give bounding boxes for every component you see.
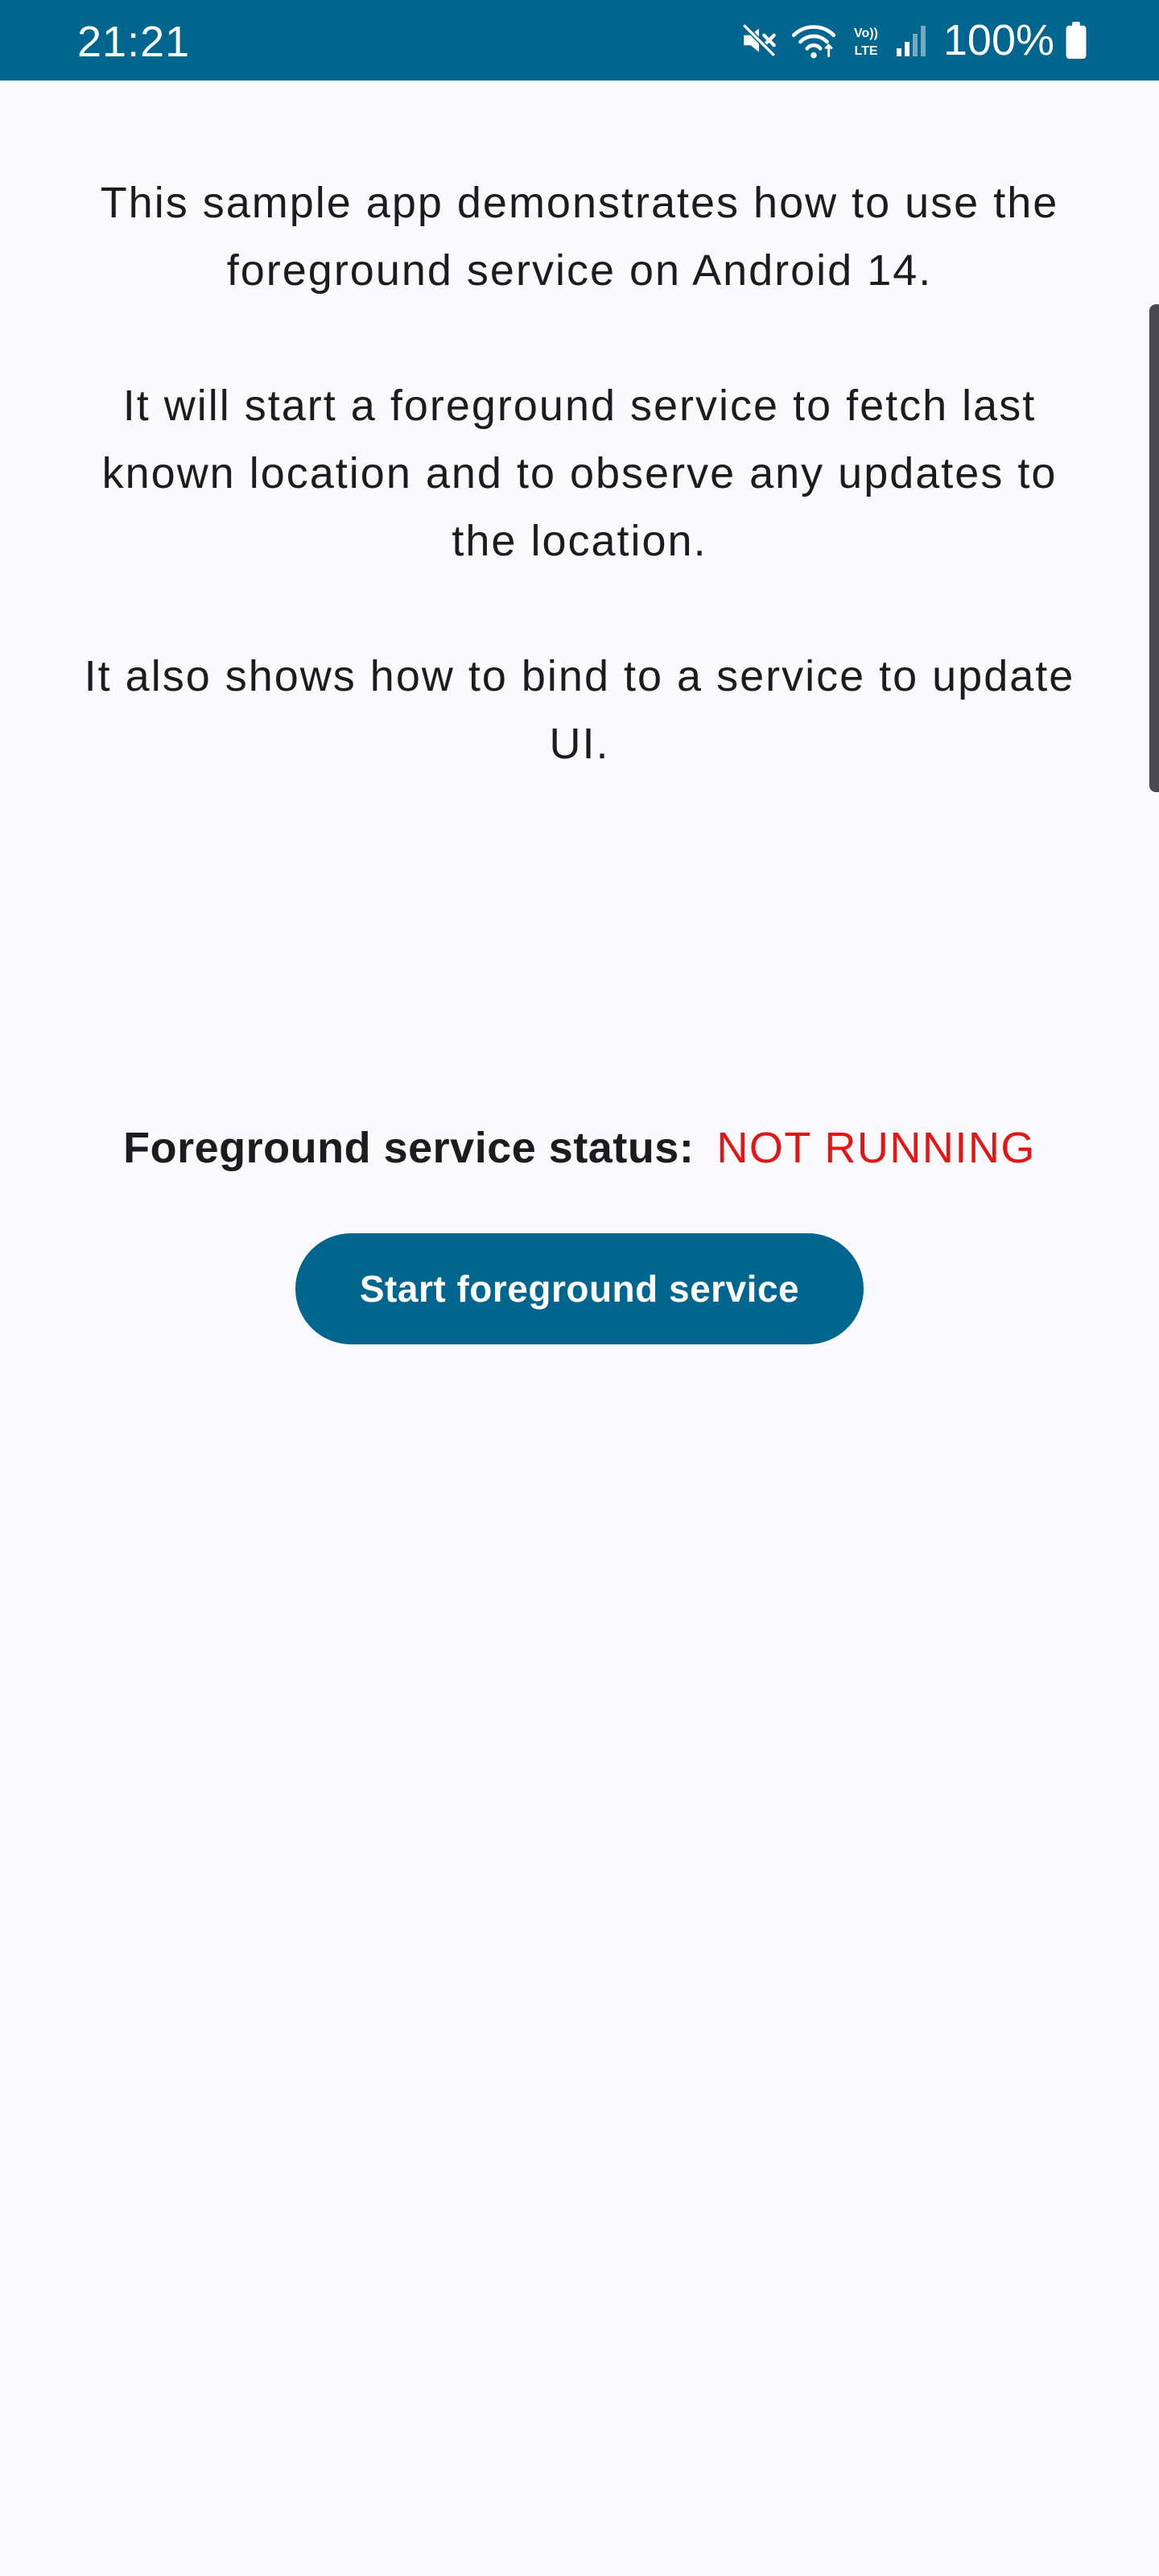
- description-paragraph: This sample app demonstrates how to use …: [100, 179, 1059, 295]
- battery-icon: [1066, 22, 1087, 59]
- description: This sample app demonstrates how to use …: [64, 169, 1095, 845]
- volte-icon: Vo)) LTE: [848, 20, 884, 60]
- service-status-row: Foreground service status: NOT RUNNING: [0, 1119, 1159, 1177]
- service-status-value: NOT RUNNING: [716, 1124, 1036, 1172]
- battery-percentage: 100%: [942, 16, 1054, 64]
- start-foreground-service-button[interactable]: Start foreground service: [295, 1233, 864, 1344]
- description-paragraph: It also shows how to bind to a service t…: [84, 652, 1075, 768]
- service-status-label: Foreground service status:: [123, 1124, 695, 1172]
- svg-text:Vo)): Vo)): [854, 27, 878, 40]
- scroll-indicator[interactable]: [1149, 304, 1159, 792]
- status-icons: Vo)) LTE 100%: [739, 16, 1087, 64]
- wifi-icon: [790, 20, 837, 60]
- mute-icon: [739, 20, 779, 60]
- svg-text:LTE: LTE: [854, 44, 877, 58]
- signal-icon: [895, 20, 927, 60]
- status-time: 21:21: [77, 18, 191, 66]
- description-paragraph: It will start a foreground service to fe…: [101, 382, 1058, 565]
- status-bar: 21:21 Vo)) LTE 100%: [0, 0, 1159, 80]
